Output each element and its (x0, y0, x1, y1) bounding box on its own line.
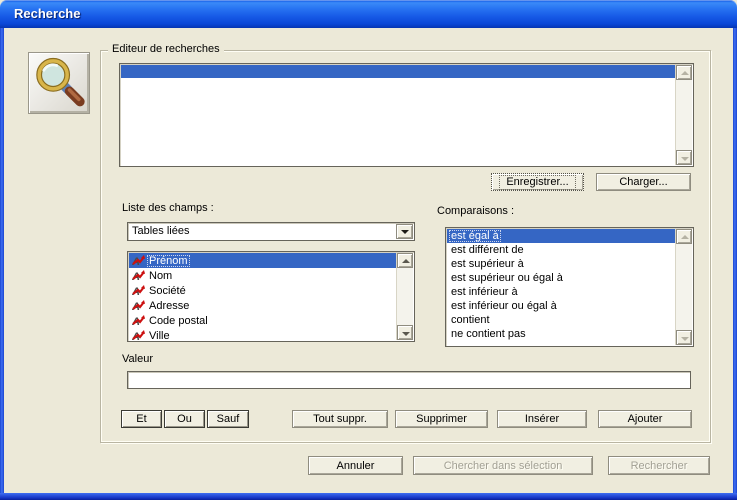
combo-dropdown-button[interactable] (396, 224, 413, 239)
list-item[interactable]: Adresse (129, 298, 396, 313)
scroll-down-button[interactable] (397, 325, 413, 340)
comparisons-scrollbar[interactable] (675, 229, 692, 345)
load-button[interactable]: Charger... (596, 173, 691, 191)
value-label: Valeur (122, 353, 153, 365)
field-icon (132, 255, 145, 267)
comparisons-label: Comparaisons : (437, 205, 514, 217)
list-item[interactable]: Société (129, 283, 396, 298)
list-item[interactable]: est supérieur ou égal à (447, 271, 675, 285)
insert-button[interactable]: Insérer (497, 410, 587, 428)
field-icon (132, 315, 145, 327)
fields-list-scrollbar[interactable] (396, 253, 413, 340)
chevron-down-icon (401, 230, 409, 234)
add-button[interactable]: Ajouter (598, 410, 692, 428)
and-button[interactable]: Et (121, 410, 162, 428)
delete-button[interactable]: Supprimer (395, 410, 488, 428)
scroll-up-button[interactable] (676, 229, 692, 244)
window-border-right (733, 28, 737, 500)
scroll-up-button[interactable] (397, 253, 413, 268)
list-item[interactable]: contient (447, 313, 675, 327)
list-item[interactable]: Prénom (129, 253, 396, 268)
scroll-down-button[interactable] (676, 150, 692, 165)
combo-value: Tables liées (132, 225, 189, 237)
clear-all-button[interactable]: Tout suppr. (292, 410, 388, 428)
list-item[interactable]: ne contient pas (447, 327, 675, 341)
list-item[interactable]: est égal à (447, 229, 675, 243)
list-item[interactable]: Ville (129, 328, 396, 340)
search-button: Rechercher (608, 456, 710, 475)
selected-empty-row[interactable] (121, 65, 675, 78)
field-icon (132, 285, 145, 297)
scroll-down-button[interactable] (676, 330, 692, 345)
field-icon (132, 270, 145, 282)
cancel-button[interactable]: Annuler (308, 456, 403, 475)
fields-list[interactable]: PrénomNomSociétéAdresseCode postalVille (127, 251, 415, 342)
list-item[interactable]: est différent de (447, 243, 675, 257)
title-bar[interactable]: Recherche (0, 0, 737, 28)
tables-combo[interactable]: Tables liées (127, 222, 415, 241)
search-editor-list[interactable] (119, 63, 694, 167)
window-border-left (0, 28, 4, 500)
dialog-recherche: Recherche Editeur de recherches Enregist… (0, 0, 737, 500)
list-item[interactable]: Code postal (129, 313, 396, 328)
field-icon (132, 300, 145, 312)
window-border-bottom (0, 493, 737, 500)
save-button[interactable]: Enregistrer... (491, 173, 584, 191)
scroll-up-button[interactable] (676, 65, 692, 80)
editor-list-scrollbar[interactable] (675, 65, 692, 165)
search-icon-tile (28, 52, 90, 114)
except-button[interactable]: Sauf (207, 410, 249, 428)
comparisons-list[interactable]: est égal àest différent deest supérieur … (445, 227, 694, 347)
list-item[interactable]: est supérieur à (447, 257, 675, 271)
list-item[interactable]: est inférieur ou égal à (447, 299, 675, 313)
search-in-selection-button: Chercher dans sélection (413, 456, 593, 475)
or-button[interactable]: Ou (164, 410, 205, 428)
list-item[interactable]: Nom (129, 268, 396, 283)
window-title: Recherche (0, 0, 80, 27)
group-label: Editeur de recherches (108, 43, 224, 55)
magnifier-icon (31, 55, 87, 111)
fields-label: Liste des champs : (122, 202, 214, 214)
value-input[interactable] (127, 371, 691, 389)
list-item[interactable]: est inférieur à (447, 285, 675, 299)
field-icon (132, 330, 145, 341)
